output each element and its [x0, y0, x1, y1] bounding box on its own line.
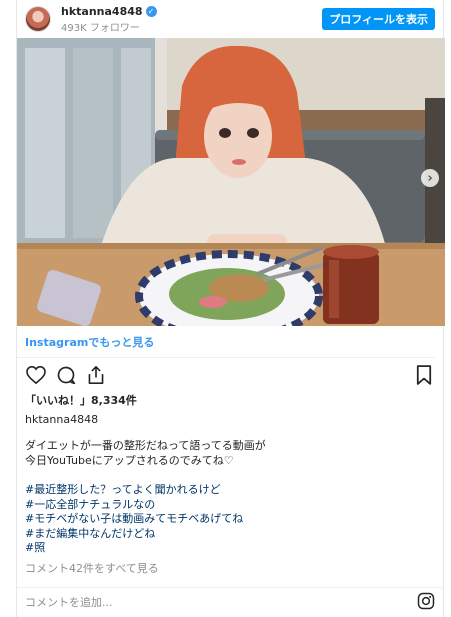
hashtag-link[interactable]: #モチベがない子は動画みてモチベあげてね [25, 512, 435, 527]
caption-text: ダイエットが一番の整形だねって語ってる動画が 今日YouTubeにアップされるの… [17, 439, 443, 556]
photo-scene [17, 38, 445, 326]
share-icon[interactable] [85, 364, 107, 386]
instagram-more-link[interactable]: Instagramでもっと見る [17, 326, 435, 358]
hashtag-link[interactable]: #最近整形した？ってよく聞かれるけど [25, 483, 435, 498]
caption-username[interactable]: hktanna4848 [17, 413, 443, 429]
caption-line: ダイエットが一番の整形だねって語ってる動画が [25, 439, 266, 452]
avatar[interactable] [25, 6, 51, 32]
verified-badge-icon: ✓ [145, 5, 157, 17]
action-bar [17, 358, 443, 392]
hashtag-link[interactable]: #照 [25, 541, 435, 556]
chevron-right-icon[interactable]: › [421, 169, 439, 187]
hashtag-link[interactable]: #まだ編集中なんだけどね [25, 527, 435, 542]
username-row: hktanna4848 ✓ [61, 5, 157, 18]
view-all-comments-link[interactable]: コメント42件をすべて見る [17, 560, 443, 576]
heart-icon[interactable] [25, 364, 47, 386]
user-info: hktanna4848 ✓ 493K フォロワー [61, 5, 157, 34]
comment-bubble-icon[interactable] [55, 364, 77, 386]
instagram-logo-icon[interactable] [417, 592, 435, 613]
post-photo[interactable]: › [17, 38, 445, 326]
post-header: hktanna4848 ✓ 493K フォロワー プロフィールを表示 [17, 0, 443, 38]
add-comment-bar [17, 587, 443, 617]
hashtag-link[interactable]: #一応全部ナチュラルなの [25, 498, 435, 513]
like-count[interactable]: 「いいね！」8,334件 [17, 392, 443, 408]
instagram-embed-card: hktanna4848 ✓ 493K フォロワー プロフィールを表示 › Ins… [16, 0, 445, 617]
bookmark-icon[interactable] [413, 364, 435, 386]
follower-count: 493K フォロワー [61, 22, 140, 34]
comment-input[interactable] [25, 596, 417, 609]
view-profile-button[interactable]: プロフィールを表示 [322, 8, 435, 30]
username-link[interactable]: hktanna4848 [61, 5, 143, 18]
caption-line: 今日YouTubeにアップされるのでみてね♡ [25, 453, 234, 467]
